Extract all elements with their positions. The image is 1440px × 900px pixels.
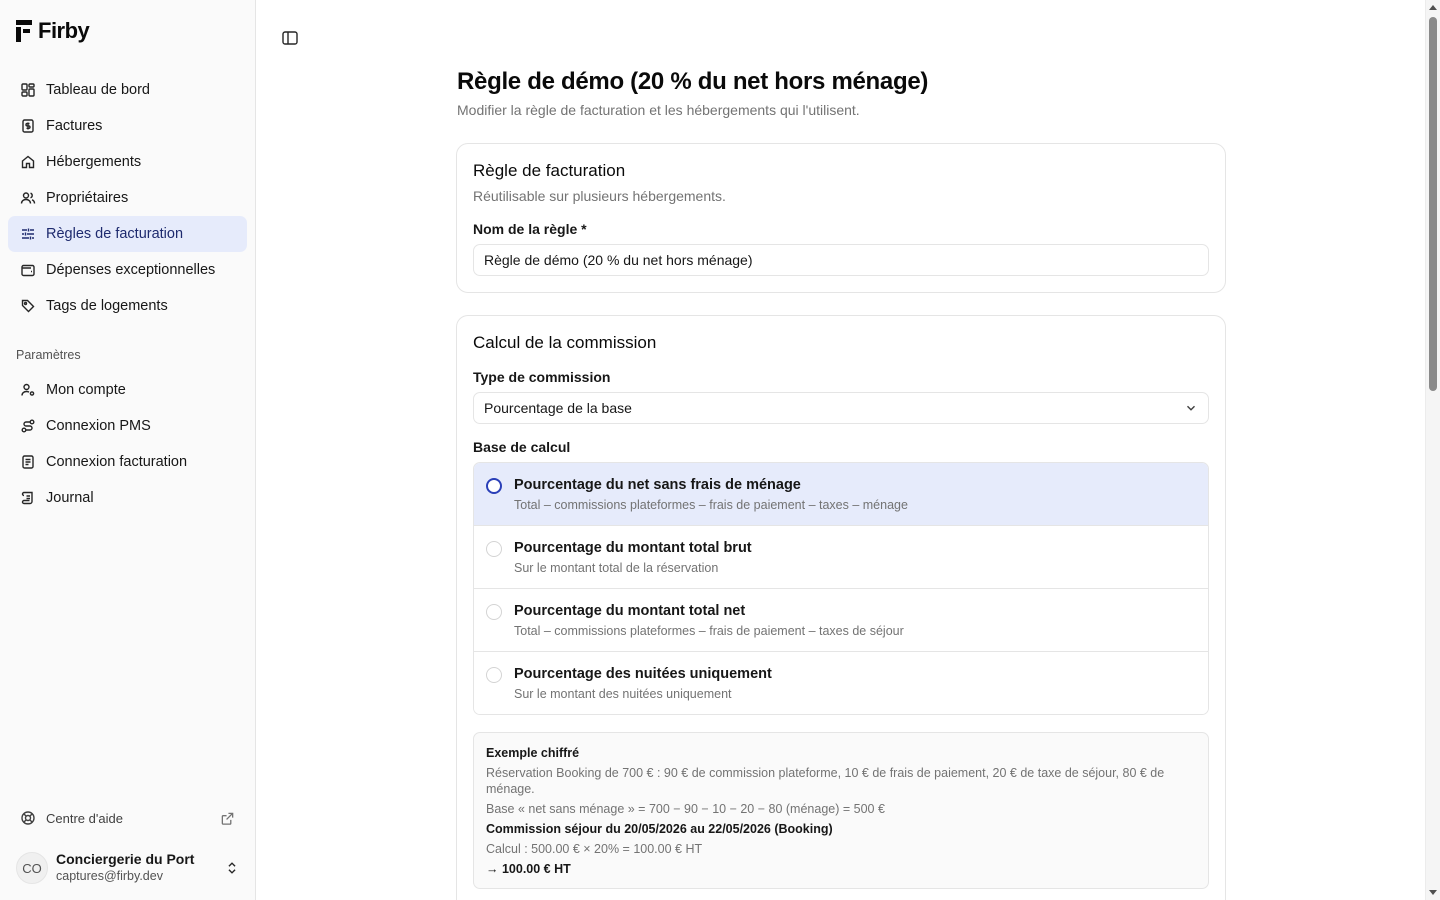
sidebar-toggle-icon[interactable]	[281, 29, 299, 47]
commission-type-value: Pourcentage de la base	[484, 400, 632, 416]
base-option-net-total[interactable]: Pourcentage du montant total net Total –…	[474, 589, 1208, 652]
rule-name-input[interactable]: Règle de démo (20 % du net hors ménage)	[473, 244, 1209, 276]
example-stay-line: Commission séjour du 20/05/2026 au 22/05…	[486, 822, 833, 836]
settings-section-label: Paramètres	[16, 348, 81, 362]
worked-example-box: Exemple chiffré Réservation Booking de 7…	[473, 732, 1209, 889]
example-booking-line: Réservation Booking de 700 € : 90 € de c…	[486, 766, 1165, 796]
sidebar-item-tags[interactable]: Tags de logements	[8, 288, 247, 324]
rule-name-label: Nom de la règle *	[473, 221, 587, 237]
base-option-nights-only[interactable]: Pourcentage des nuitées uniquement Sur l…	[474, 652, 1208, 714]
life-buoy-icon	[21, 811, 35, 825]
sidebar-item-label: Tags de logements	[46, 298, 168, 314]
radio-button[interactable]	[486, 604, 502, 620]
help-center-label: Centre d'aide	[46, 810, 123, 826]
option-description: Total – commissions plateformes – frais …	[514, 498, 908, 512]
example-result-line: → 100.00 € HT	[486, 862, 571, 876]
tag-icon	[21, 299, 35, 313]
page-scrollbar[interactable]	[1425, 0, 1440, 900]
sidebar-item-label: Hébergements	[46, 154, 142, 170]
commission-type-label: Type de commission	[473, 369, 611, 385]
sidebar-item-pms[interactable]: Connexion PMS	[8, 408, 247, 444]
firby-logo-icon	[16, 20, 32, 42]
option-title: Pourcentage du montant total brut	[514, 540, 752, 556]
settings-nav: Mon compte Connexion PMS Connexion factu…	[8, 372, 247, 516]
option-title: Pourcentage du montant total net	[514, 603, 746, 619]
app-logo[interactable]: Firby	[16, 18, 90, 44]
sidebar-item-label: Tableau de bord	[46, 82, 150, 98]
sidebar-item-dashboard[interactable]: Tableau de bord	[8, 72, 247, 108]
file-text-icon	[22, 455, 34, 469]
scrollbar-thumb[interactable]	[1429, 17, 1437, 391]
user-cog-icon	[21, 383, 35, 396]
sidebar-item-label: Connexion facturation	[46, 454, 188, 470]
sidebar-item-invoices[interactable]: Factures	[8, 108, 247, 144]
dashboard-icon	[21, 83, 35, 97]
billing-rule-card: Règle de facturation Réutilisable sur pl…	[456, 143, 1226, 293]
sidebar-item-label: Mon compte	[46, 382, 126, 398]
commission-card: Calcul de la commission Type de commissi…	[456, 315, 1226, 900]
sidebar-item-label: Dépenses exceptionnelles	[46, 262, 216, 278]
sidebar-item-label: Journal	[46, 490, 94, 506]
option-description: Sur le montant des nuitées uniquement	[514, 687, 732, 701]
card-title: Règle de facturation	[473, 161, 626, 180]
option-title: Pourcentage du net sans frais de ménage	[514, 477, 801, 493]
card-description: Réutilisable sur plusieurs hébergements.	[473, 188, 726, 204]
sidebar-item-billing-connection[interactable]: Connexion facturation	[8, 444, 247, 480]
example-title: Exemple chiffré	[486, 746, 580, 760]
page-title: Règle de démo (20 % du net hors ménage)	[457, 68, 929, 95]
app-name: Firby	[38, 18, 90, 43]
radio-button[interactable]	[486, 667, 502, 683]
invoice-icon	[22, 119, 34, 133]
sidebar-item-label: Factures	[46, 118, 103, 134]
sidebar-item-label: Connexion PMS	[46, 418, 151, 434]
chevrons-up-down-icon	[228, 862, 236, 874]
sidebar-item-label: Propriétaires	[46, 190, 129, 206]
calculation-base-radio-group: Pourcentage du net sans frais de ménage …	[473, 462, 1209, 715]
user-info: Conciergerie du Port captures@firby.dev	[56, 851, 194, 884]
external-link-icon	[221, 812, 234, 825]
radio-button[interactable]	[486, 478, 502, 494]
route-icon	[21, 419, 35, 433]
chevron-down-icon	[1187, 405, 1195, 411]
card-title: Calcul de la commission	[473, 333, 657, 352]
user-email: captures@firby.dev	[56, 868, 163, 883]
avatar: CO	[16, 852, 48, 884]
sidebar: Firby Tableau de bord Factures Hébergeme…	[0, 0, 256, 900]
sidebar-item-journal[interactable]: Journal	[8, 480, 247, 516]
option-title: Pourcentage des nuitées uniquement	[514, 666, 772, 682]
page-subtitle: Modifier la règle de facturation et les …	[457, 102, 860, 118]
sidebar-item-expenses[interactable]: Dépenses exceptionnelles	[8, 252, 247, 288]
sidebar-item-billing-rules[interactable]: Règles de facturation	[8, 216, 247, 252]
sidebar-nav: Tableau de bord Factures Hébergements Pr…	[8, 72, 247, 324]
commission-type-select[interactable]: Pourcentage de la base	[473, 392, 1209, 424]
scroll-up-arrow-icon[interactable]	[1429, 5, 1437, 10]
base-option-net-without-cleaning[interactable]: Pourcentage du net sans frais de ménage …	[474, 463, 1208, 526]
example-base-line: Base « net sans ménage » = 700 − 90 − 10…	[486, 802, 885, 816]
rule-name-value: Règle de démo (20 % du net hors ménage)	[484, 252, 753, 268]
home-icon	[21, 155, 35, 169]
radio-button[interactable]	[486, 541, 502, 557]
sidebar-item-account[interactable]: Mon compte	[8, 372, 247, 408]
sidebar-item-accommodations[interactable]: Hébergements	[8, 144, 247, 180]
scroll-icon	[21, 491, 33, 505]
option-description: Total – commissions plateformes – frais …	[514, 624, 904, 638]
option-description: Sur le montant total de la réservation	[514, 561, 719, 575]
sidebar-item-label: Règles de facturation	[46, 226, 184, 242]
sliders-icon	[22, 228, 34, 240]
user-menu[interactable]: CO Conciergerie du Port captures@firby.d…	[8, 844, 247, 892]
users-icon	[20, 192, 36, 204]
calculation-base-label: Base de calcul	[473, 439, 571, 455]
base-option-gross-total[interactable]: Pourcentage du montant total brut Sur le…	[474, 526, 1208, 589]
help-center-link[interactable]: Centre d'aide	[8, 804, 247, 832]
example-calculation-line: Calcul : 500.00 € × 20% = 100.00 € HT	[486, 842, 703, 856]
sidebar-item-owners[interactable]: Propriétaires	[8, 180, 247, 216]
scroll-down-arrow-icon[interactable]	[1429, 890, 1437, 895]
user-name: Conciergerie du Port	[56, 851, 195, 868]
wallet-icon	[21, 264, 35, 277]
